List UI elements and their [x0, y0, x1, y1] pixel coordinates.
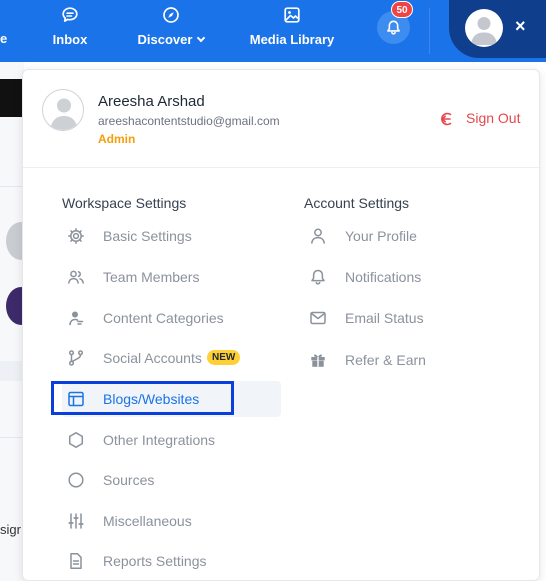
default-avatar-icon [471, 17, 497, 45]
menu-item-label: Your Profile [345, 228, 417, 244]
default-avatar-icon [50, 98, 78, 130]
gear-icon [68, 228, 84, 244]
menu-item-notifications[interactable]: Notifications [304, 259, 510, 295]
discover-label-text: Discover [137, 32, 193, 47]
background-partial-text: sigr [0, 522, 21, 537]
menu-item-label: Other Integrations [103, 432, 216, 448]
menu-item-label: Refer & Earn [345, 352, 426, 368]
nav-divider [429, 8, 430, 54]
menu-item-label: Team Members [103, 269, 200, 285]
mail-icon [310, 311, 326, 325]
hexagon-icon [68, 432, 84, 448]
new-badge: NEW [207, 350, 241, 365]
background-row-band [0, 361, 23, 381]
account-settings-heading: Account Settings [304, 195, 410, 211]
close-icon[interactable]: × [515, 16, 526, 36]
menu-item-sources[interactable]: Sources [62, 462, 268, 498]
users-icon [68, 270, 84, 284]
background-media-thumb [0, 79, 23, 117]
menu-item-label: Miscellaneous [103, 513, 192, 529]
chat-bubble-icon [62, 7, 78, 22]
menu-item-email-status[interactable]: Email Status [304, 300, 510, 336]
background-divider [0, 437, 23, 438]
user-role-badge: Admin [98, 132, 136, 146]
selection-highlight [51, 381, 234, 415]
user-tag-icon [69, 311, 84, 326]
nav-item-media-library[interactable]: Media Library [240, 0, 344, 62]
user-name: Areesha Arshad [98, 93, 205, 110]
chevron-down-icon [197, 33, 206, 43]
profile-menu-toggle[interactable]: × [449, 0, 546, 58]
nav-label-media-library: Media Library [249, 32, 335, 47]
nav-item-inbox[interactable]: Inbox [40, 0, 100, 62]
nav-item-partial-label[interactable]: e [0, 31, 7, 46]
menu-item-label: Notifications [345, 269, 422, 285]
menu-item-label: Reports Settings [103, 553, 207, 569]
menu-item-content-categories[interactable]: Content Categories [62, 300, 268, 336]
menu-item-label: Content Categories [103, 310, 224, 326]
background-divider [0, 186, 23, 187]
nav-item-discover[interactable]: Discover [128, 0, 214, 62]
notification-count-badge: 50 [391, 1, 413, 18]
sign-out-icon [441, 112, 452, 126]
menu-item-miscellaneous[interactable]: Miscellaneous [62, 503, 268, 539]
avatar [465, 9, 503, 47]
user-email: areeshacontentstudio@gmail.com [98, 114, 280, 128]
document-icon [70, 553, 82, 569]
sign-out-label: Sign Out [466, 110, 521, 126]
profile-dropdown-panel: Areesha Arshad areeshacontentstudio@gmai… [22, 69, 540, 581]
sliders-icon [68, 513, 84, 529]
branch-icon [68, 350, 84, 366]
menu-item-social-accounts[interactable]: Social Accounts NEW [62, 340, 268, 376]
user-avatar [42, 89, 84, 131]
bell-icon [311, 269, 325, 285]
top-navigation-bar: e Inbox Discover Media Library 50 × [0, 0, 546, 62]
gift-icon [311, 354, 325, 367]
nav-label-discover: Discover [128, 32, 214, 47]
panel-divider [23, 167, 539, 168]
menu-item-basic-settings[interactable]: Basic Settings [62, 218, 268, 254]
menu-item-other-integrations[interactable]: Other Integrations [62, 422, 268, 458]
nav-label-inbox: Inbox [52, 32, 88, 47]
menu-item-label: Social Accounts [103, 350, 202, 366]
menu-item-label: Email Status [345, 310, 424, 326]
menu-item-label: Basic Settings [103, 228, 192, 244]
user-icon [311, 228, 325, 244]
bell-icon [387, 20, 400, 35]
menu-item-reports-settings[interactable]: Reports Settings [62, 543, 268, 579]
image-icon [284, 7, 300, 23]
menu-item-refer-earn[interactable]: Refer & Earn [304, 342, 510, 378]
menu-item-your-profile[interactable]: Your Profile [304, 218, 510, 254]
menu-item-label: Sources [103, 472, 155, 488]
workspace-settings-heading: Workspace Settings [62, 195, 187, 211]
circle-icon [68, 472, 84, 488]
compass-icon [163, 7, 179, 23]
menu-item-team-members[interactable]: Team Members [62, 259, 268, 295]
